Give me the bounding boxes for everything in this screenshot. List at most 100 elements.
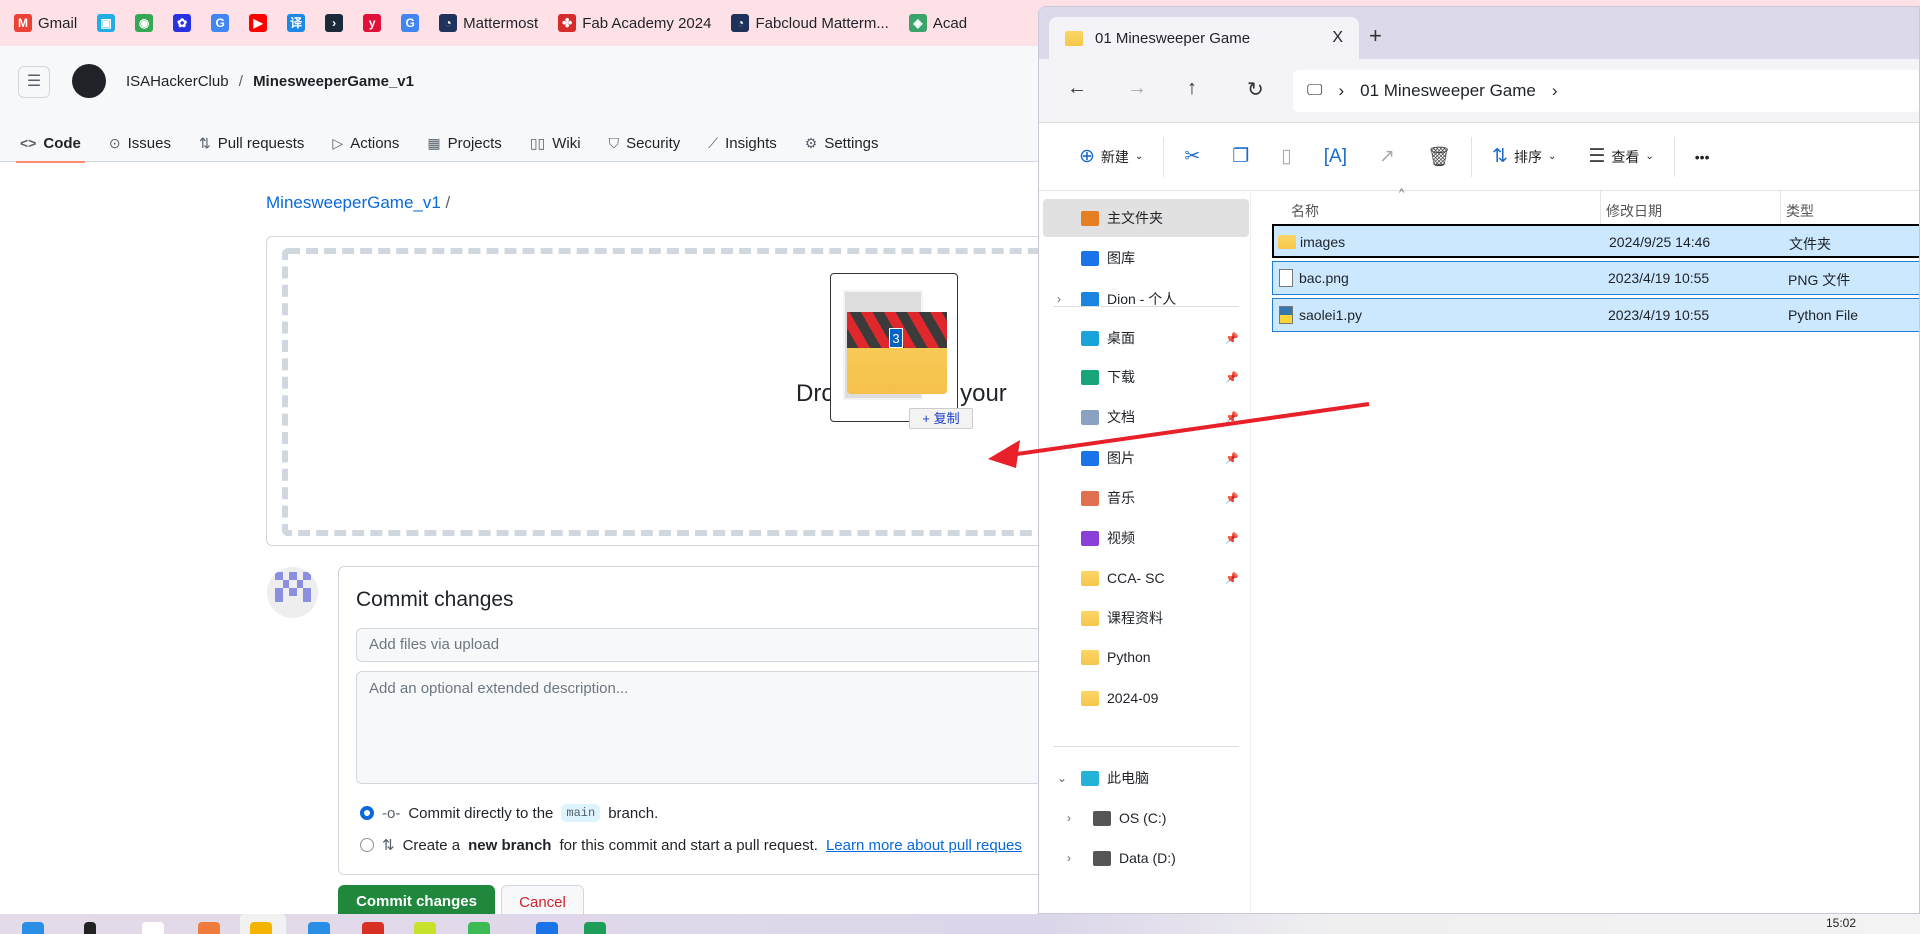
- sidebar-item[interactable]: 下载 📌: [1043, 358, 1249, 396]
- file-row[interactable]: images 2024/9/25 14:46 文件夹: [1272, 224, 1919, 258]
- start-icon[interactable]: [22, 922, 44, 934]
- more-options-button[interactable]: •••: [1679, 149, 1726, 165]
- task-view-icon[interactable]: [142, 922, 164, 934]
- address-segment[interactable]: 01 Minesweeper Game: [1360, 81, 1536, 101]
- sidebar-item[interactable]: ⌄ 此电脑: [1043, 759, 1249, 797]
- bookmark[interactable]: G: [401, 14, 420, 32]
- sidebar-item[interactable]: 课程资料: [1043, 599, 1249, 637]
- commit-summary-input[interactable]: Add files via upload: [356, 628, 1066, 662]
- pin-icon[interactable]: 📌: [1225, 452, 1239, 465]
- column-type[interactable]: 类型: [1786, 201, 1814, 221]
- bookmark[interactable]: ▣: [97, 14, 116, 32]
- new-branch-radio[interactable]: [360, 838, 374, 852]
- tab-issues[interactable]: ⊙ Issues: [109, 124, 171, 162]
- bookmark[interactable]: 译: [287, 14, 306, 32]
- hamburger-menu-button[interactable]: ☰: [18, 66, 50, 98]
- tab-projects[interactable]: ▦ Projects: [427, 124, 501, 162]
- explorer-tab[interactable]: 01 Minesweeper Game X: [1049, 17, 1359, 59]
- pin-icon[interactable]: 📌: [1225, 532, 1239, 545]
- sidebar-item[interactable]: 视频 📌: [1043, 519, 1249, 557]
- repo-link[interactable]: MinesweeperGame_v1: [253, 73, 414, 90]
- share-button[interactable]: ↗: [1363, 145, 1411, 168]
- bookmark[interactable]: ▶: [249, 14, 268, 32]
- github-logo-icon[interactable]: [72, 64, 106, 98]
- up-arrow-icon[interactable]: ↑: [1187, 77, 1197, 100]
- pin-icon[interactable]: 📌: [1225, 492, 1239, 505]
- sidebar-item[interactable]: › OS (C:): [1043, 799, 1249, 837]
- owner-link[interactable]: ISAHackerClub: [126, 73, 229, 90]
- commit-direct-option[interactable]: -o- Commit directly to the main branch.: [360, 804, 658, 822]
- chevron-right-icon[interactable]: ›: [1057, 292, 1061, 306]
- tab-insights[interactable]: ⟋ Insights: [708, 124, 777, 162]
- bookmark[interactable]: ◔ Mattermost: [439, 14, 538, 32]
- chevron-right-icon[interactable]: ›: [1552, 81, 1558, 101]
- close-tab-button[interactable]: X: [1332, 29, 1343, 47]
- bookmark[interactable]: M Gmail: [14, 14, 77, 32]
- tab-pull-requests[interactable]: ⇅ Pull requests: [199, 124, 304, 162]
- view-button[interactable]: ☰ 查看 ⌄: [1572, 145, 1669, 168]
- app-icon[interactable]: [198, 922, 220, 934]
- copy-button[interactable]: ❐: [1216, 145, 1265, 168]
- app-icon[interactable]: [414, 922, 436, 934]
- new-tab-button[interactable]: +: [1369, 23, 1382, 49]
- sidebar-item[interactable]: 主文件夹: [1043, 199, 1249, 237]
- learn-more-link[interactable]: Learn more about pull reques: [826, 837, 1022, 854]
- app-icon[interactable]: [584, 922, 606, 934]
- pin-icon[interactable]: 📌: [1225, 371, 1239, 384]
- commit-direct-radio[interactable]: [360, 806, 374, 820]
- cut-button[interactable]: ✂: [1168, 145, 1216, 168]
- chrome-icon[interactable]: [362, 922, 384, 934]
- new-branch-option[interactable]: ⇅ Create a new branch for this commit an…: [360, 836, 1022, 854]
- clock[interactable]: 15:02: [1826, 916, 1856, 930]
- commit-description-textarea[interactable]: Add an optional extended description...: [356, 671, 1066, 784]
- bookmark[interactable]: ◉: [135, 14, 154, 32]
- sidebar-item[interactable]: 桌面 📌: [1043, 319, 1249, 357]
- bookmark[interactable]: ✤ Fab Academy 2024: [558, 14, 711, 32]
- chevron-right-icon[interactable]: ›: [1067, 851, 1071, 865]
- bookmark[interactable]: ✿: [173, 14, 192, 32]
- sidebar-item[interactable]: 图片 📌: [1043, 439, 1249, 477]
- file-row[interactable]: bac.png 2023/4/19 10:55 PNG 文件: [1272, 261, 1919, 295]
- bookmark[interactable]: ›: [325, 14, 344, 32]
- sidebar-item[interactable]: CCA- SC 📌: [1043, 559, 1249, 597]
- file-row[interactable]: saolei1.py 2023/4/19 10:55 Python File: [1272, 298, 1919, 332]
- sidebar-item[interactable]: › Dion - 个人: [1043, 280, 1249, 318]
- pin-icon[interactable]: 📌: [1225, 411, 1239, 424]
- chevron-down-icon[interactable]: ⌄: [1057, 771, 1067, 785]
- refresh-icon[interactable]: ↻: [1247, 77, 1264, 102]
- bookmark[interactable]: G: [211, 14, 230, 32]
- app-icon[interactable]: [536, 922, 558, 934]
- chevron-right-icon[interactable]: ›: [1067, 811, 1071, 825]
- search-icon[interactable]: [84, 922, 96, 934]
- new-button[interactable]: ⊕ 新建 ⌄: [1063, 145, 1159, 168]
- app-icon[interactable]: [468, 922, 490, 934]
- tab-code[interactable]: <> Code: [16, 124, 85, 163]
- sidebar-item[interactable]: 音乐 📌: [1043, 479, 1249, 517]
- forward-arrow-icon[interactable]: →: [1127, 77, 1147, 100]
- back-arrow-icon[interactable]: ←: [1067, 77, 1087, 100]
- sidebar-item[interactable]: 2024-09: [1043, 679, 1249, 717]
- tab-settings[interactable]: ⚙ Settings: [805, 124, 879, 162]
- breadcrumb-repo-link[interactable]: MinesweeperGame_v1: [266, 193, 441, 212]
- folder-taskbar-icon[interactable]: [250, 922, 272, 934]
- paste-button[interactable]: ▯: [1265, 145, 1307, 168]
- bookmark[interactable]: y: [363, 14, 382, 32]
- address-bar[interactable]: 🖵 › 01 Minesweeper Game ›: [1293, 70, 1919, 112]
- sidebar-item[interactable]: › Data (D:): [1043, 839, 1249, 877]
- sidebar-item[interactable]: Python: [1043, 638, 1249, 676]
- bookmark[interactable]: ◔ Fabcloud Matterm...: [731, 14, 889, 32]
- sort-button[interactable]: ⇅ 排序 ⌄: [1476, 145, 1572, 168]
- edge-icon[interactable]: [308, 922, 330, 934]
- tab-actions[interactable]: ▷ Actions: [332, 124, 399, 162]
- rename-button[interactable]: [A]: [1308, 146, 1363, 168]
- tab-security[interactable]: ⛉ Security: [609, 124, 681, 162]
- sidebar-item[interactable]: 图库: [1043, 239, 1249, 277]
- pin-icon[interactable]: 📌: [1225, 332, 1239, 345]
- tab-wiki[interactable]: ▯▯ Wiki: [530, 124, 581, 162]
- delete-button[interactable]: 🗑: [1411, 145, 1467, 169]
- sidebar-item[interactable]: 文档 📌: [1043, 398, 1249, 436]
- column-date[interactable]: 修改日期: [1606, 201, 1662, 221]
- pin-icon[interactable]: 📌: [1225, 572, 1239, 585]
- column-name[interactable]: 名称: [1291, 201, 1319, 221]
- bookmark[interactable]: ◈ Acad: [908, 14, 967, 32]
